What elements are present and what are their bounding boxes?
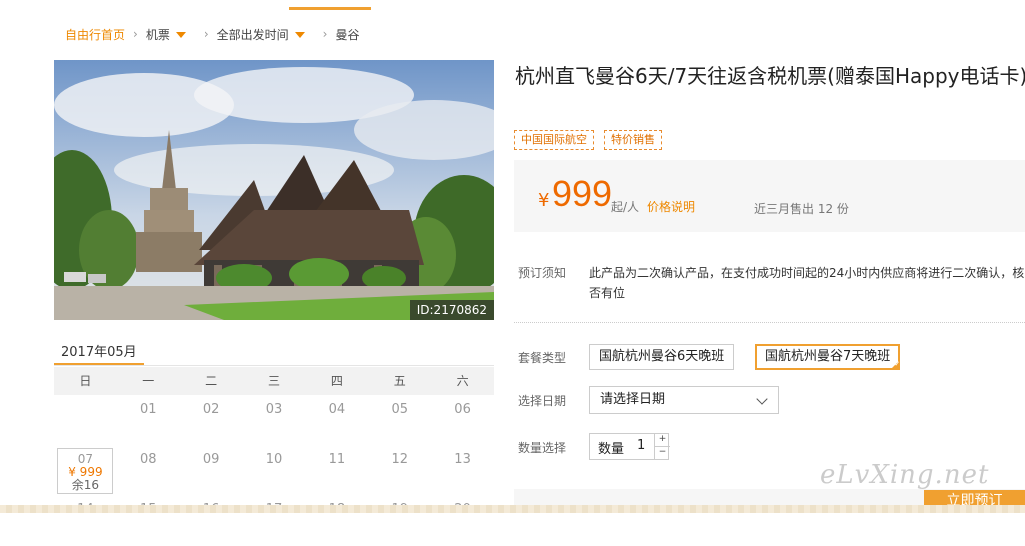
date-label: 选择日期 — [518, 394, 567, 408]
selected-check-icon — [890, 360, 901, 370]
package-option-7-day-selected[interactable]: 国航杭州曼谷7天晚班 — [755, 344, 901, 370]
price-unit: 起/人 — [611, 200, 640, 214]
weekday-label: 四 — [330, 374, 343, 388]
weekday-label: 六 — [456, 374, 469, 388]
calendar-day: 02 — [202, 402, 220, 417]
notice-line: 此产品为二次确认产品，在支付成功时间起的24小时内供应商将进行二次确认，核实 — [589, 266, 1025, 280]
breadcrumb-separator-icon: › — [133, 27, 138, 41]
calendar-day: 05 — [391, 402, 408, 417]
notice-line: 否有位 — [589, 286, 626, 300]
quantity-decrease-button[interactable]: − — [654, 447, 670, 459]
top-nav-active-indicator — [289, 7, 371, 10]
quantity-field-label: 数量 — [598, 442, 625, 457]
breadcrumb-category-link[interactable]: 机票 — [146, 26, 170, 43]
calendar-weekday-header: 日 一 二 三 四 五 六 — [54, 367, 494, 395]
calendar-day: 13 — [454, 452, 471, 467]
airline-tag: 中国国际航空 — [514, 130, 594, 150]
quantity-stepper[interactable]: 数量 1 + − — [589, 433, 670, 460]
temple-photo-illustration — [54, 60, 494, 320]
product-title: 杭州直飞曼谷6天/7天往返含税机票(赠泰国Happy电话卡) — [515, 64, 1025, 88]
calendar-day: 20 — [431, 496, 494, 546]
quantity-value[interactable]: 1 — [637, 438, 645, 453]
calendar-day-available[interactable]: 07 ¥ 999 余16 — [54, 446, 117, 496]
calendar-grid: 01 02 03 04 05 06 07 ¥ 999 余16 08 09 10 … — [54, 396, 494, 546]
chevron-down-icon — [756, 393, 768, 405]
package-type-label: 套餐类型 — [518, 351, 567, 365]
weekday-label: 三 — [268, 374, 281, 388]
date-select-value: 请选择日期 — [600, 392, 666, 407]
breadcrumb: 自由行首页 › 机票 › 全部出发时间 › 曼谷 — [65, 25, 360, 43]
booking-notice-label: 预订须知 — [518, 266, 567, 280]
calendar-day: 08 — [140, 452, 157, 467]
calendar-day-stock: 余16 — [71, 478, 100, 492]
price-panel: ¥ 999 起/人 价格说明 近三月售出 12 份 — [514, 160, 1025, 232]
weekday-label: 二 — [205, 374, 218, 388]
calendar-day: 03 — [265, 402, 283, 417]
calendar-divider — [54, 365, 494, 366]
price-value: 999 — [552, 173, 613, 214]
calendar-day: 16 — [180, 496, 243, 546]
site-watermark: eLvXing.net — [820, 460, 990, 490]
page-bottom-band — [0, 505, 1025, 513]
product-tags: 中国国际航空 特价销售 — [514, 130, 662, 150]
weekday-label: 日 — [79, 374, 92, 388]
booking-notice-text: 此产品为二次确认产品，在支付成功时间起的24小时内供应商将进行二次确认，核实 否… — [589, 263, 1025, 303]
special-sale-tag: 特价销售 — [604, 130, 662, 150]
price-explain-link[interactable]: 价格说明 — [647, 198, 695, 215]
calendar-day: 06 — [454, 402, 471, 417]
package-option-6-day[interactable]: 国航杭州曼谷6天晚班 — [589, 344, 735, 370]
breadcrumb-destination: 曼谷 — [335, 27, 360, 42]
calendar-day: 09 — [202, 452, 220, 467]
calendar-day: 12 — [391, 452, 408, 467]
category-dropdown-icon[interactable] — [175, 32, 186, 38]
currency-symbol: ¥ — [538, 190, 550, 211]
quantity-increase-button[interactable]: + — [654, 434, 670, 447]
quantity-label: 数量选择 — [518, 441, 567, 455]
package-option-label: 国航杭州曼谷7天晚班 — [765, 349, 891, 364]
calendar-day: 11 — [328, 452, 346, 467]
calendar-day: 18 — [305, 496, 368, 546]
available-day-box[interactable]: 07 ¥ 999 余16 — [57, 448, 114, 494]
section-divider — [514, 322, 1025, 323]
photo-id-label: ID:2170862 — [409, 300, 494, 320]
calendar-month-tab[interactable]: 2017年05月 — [54, 338, 144, 366]
calendar-day: 14 — [54, 496, 117, 546]
breadcrumb-departure-link[interactable]: 全部出发时间 — [217, 26, 289, 43]
weekday-label: 五 — [393, 374, 406, 388]
calendar-day: 19 — [368, 496, 431, 546]
departure-dropdown-icon[interactable] — [294, 32, 305, 38]
calendar-day: 17 — [243, 496, 306, 546]
sold-count: 近三月售出 12 份 — [754, 202, 849, 216]
calendar-day: 10 — [265, 452, 283, 467]
breadcrumb-separator-icon: › — [203, 27, 209, 41]
breadcrumb-separator-icon: › — [322, 27, 328, 41]
date-select-dropdown[interactable]: 请选择日期 — [589, 386, 779, 414]
calendar-day: 01 — [140, 402, 157, 417]
weekday-label: 一 — [142, 374, 155, 388]
product-photo[interactable]: ID:2170862 — [54, 60, 494, 320]
calendar-day: 15 — [117, 496, 180, 546]
calendar-day: 04 — [328, 402, 346, 417]
calendar-day — [54, 396, 117, 446]
breadcrumb-home-link[interactable]: 自由行首页 — [65, 26, 125, 43]
